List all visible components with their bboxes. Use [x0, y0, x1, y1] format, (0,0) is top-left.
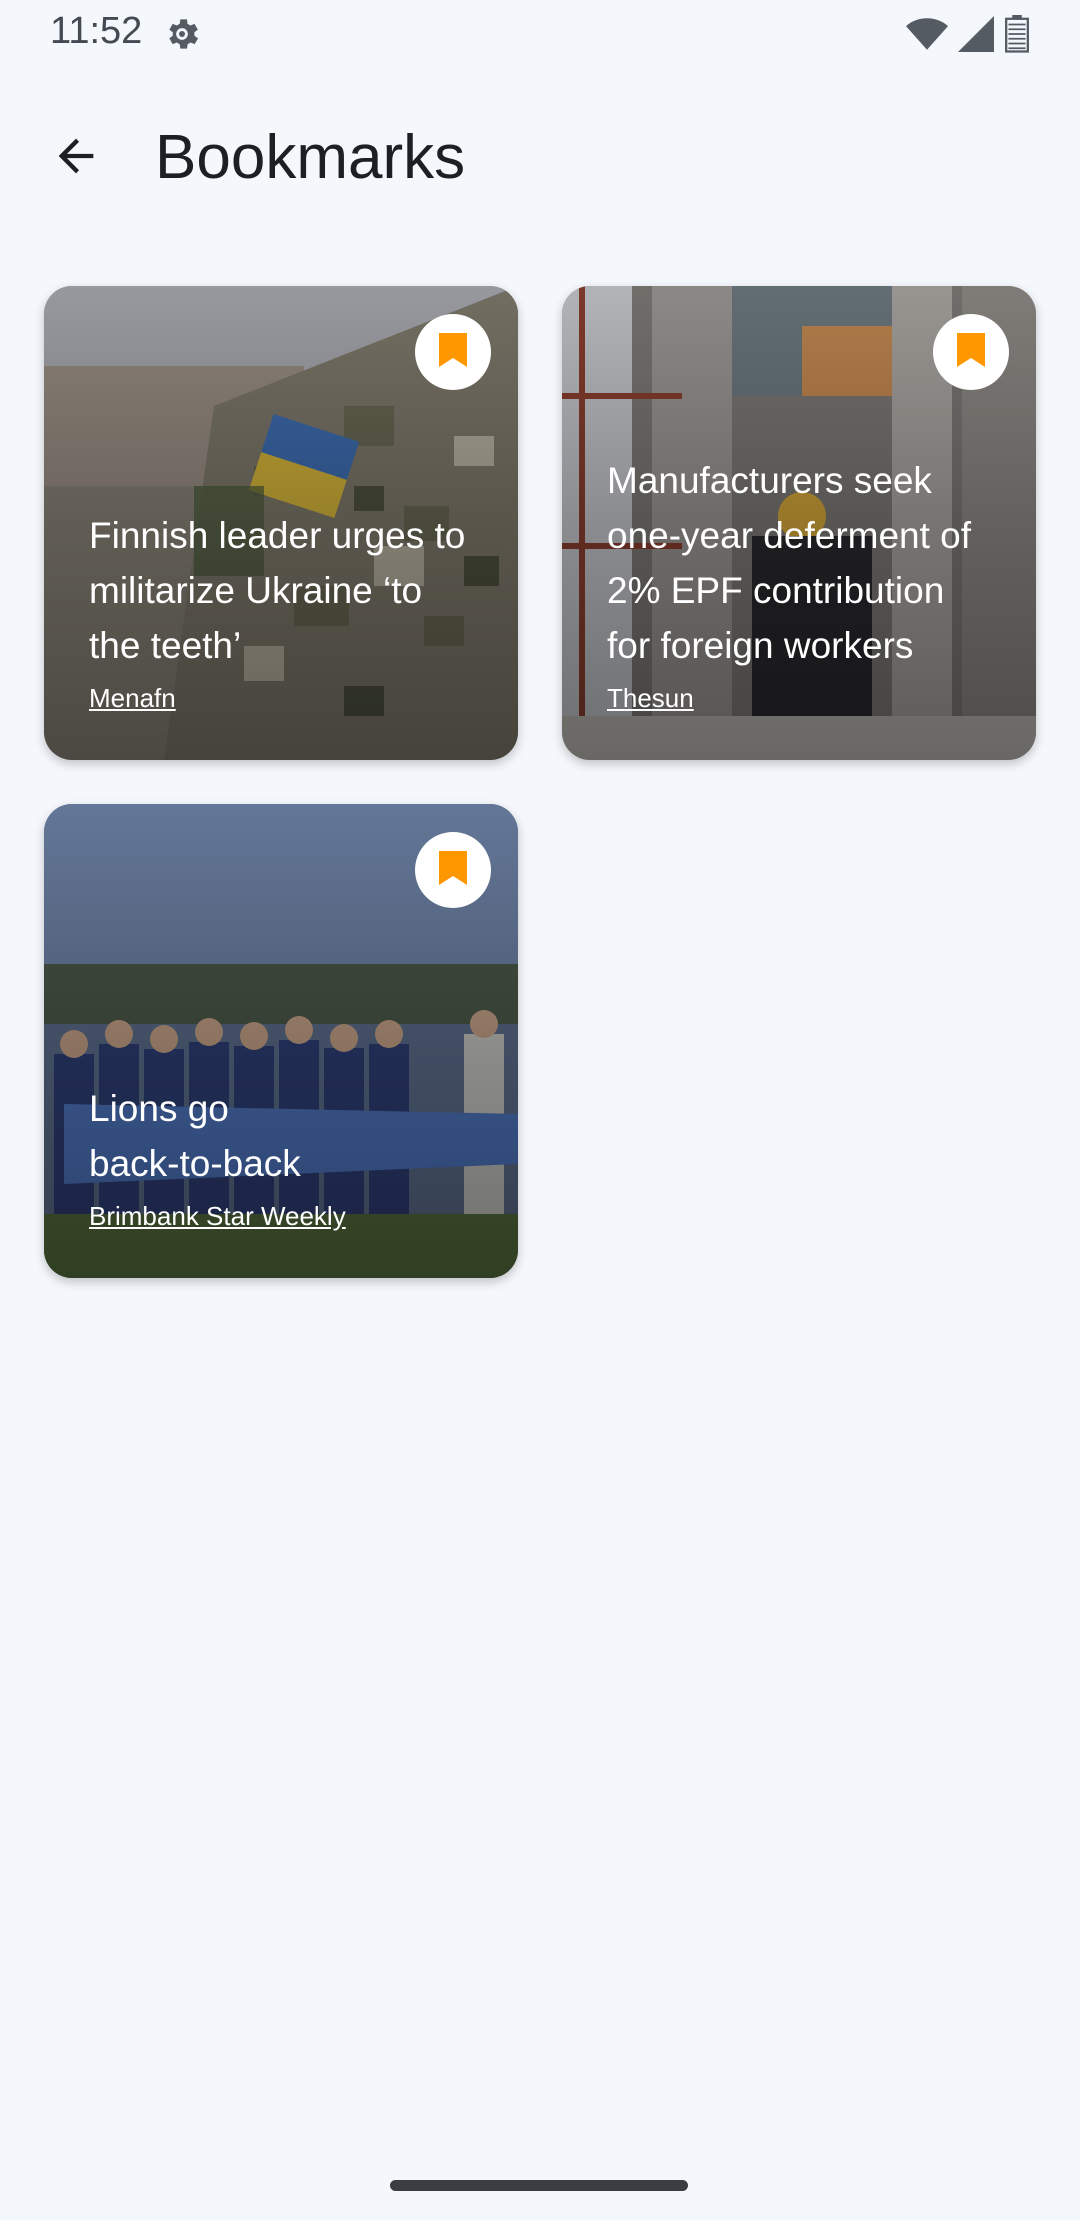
- article-source-link[interactable]: Menafn: [89, 683, 176, 714]
- bookmark-toggle-button[interactable]: [415, 832, 491, 908]
- app-bar: Bookmarks: [0, 100, 1080, 210]
- page-title: Bookmarks: [155, 123, 466, 192]
- bookmark-toggle-button[interactable]: [933, 314, 1009, 390]
- bookmark-card[interactable]: Lions go back-to-back Brimbank Star Week…: [44, 804, 518, 1278]
- article-title: Lions go back-to-back: [89, 1088, 301, 1184]
- bookmark-toggle-button[interactable]: [415, 314, 491, 390]
- battery-icon: [1004, 15, 1030, 53]
- bookmark-card[interactable]: Finnish leader urges to militarize Ukrai…: [44, 286, 518, 760]
- back-button[interactable]: [34, 116, 118, 200]
- article-title: Manufacturers seek one-year deferment of…: [607, 460, 972, 666]
- bookmark-filled-icon: [437, 331, 469, 374]
- bookmark-filled-icon: [955, 331, 987, 374]
- home-indicator[interactable]: [390, 2180, 688, 2191]
- status-bar: 11:52: [0, 0, 1080, 66]
- arrow-back-icon: [50, 130, 102, 187]
- bookmark-card[interactable]: Manufacturers seek one-year deferment of…: [562, 286, 1036, 760]
- bookmark-filled-icon: [437, 849, 469, 892]
- article-title: Finnish leader urges to militarize Ukrai…: [89, 515, 466, 666]
- wifi-icon: [906, 16, 948, 52]
- status-time: 11:52: [50, 10, 143, 52]
- article-source-link[interactable]: Thesun: [607, 683, 694, 714]
- signal-icon: [958, 16, 994, 52]
- article-source-link[interactable]: Brimbank Star Weekly: [89, 1201, 346, 1232]
- settings-gear-icon: [162, 14, 202, 54]
